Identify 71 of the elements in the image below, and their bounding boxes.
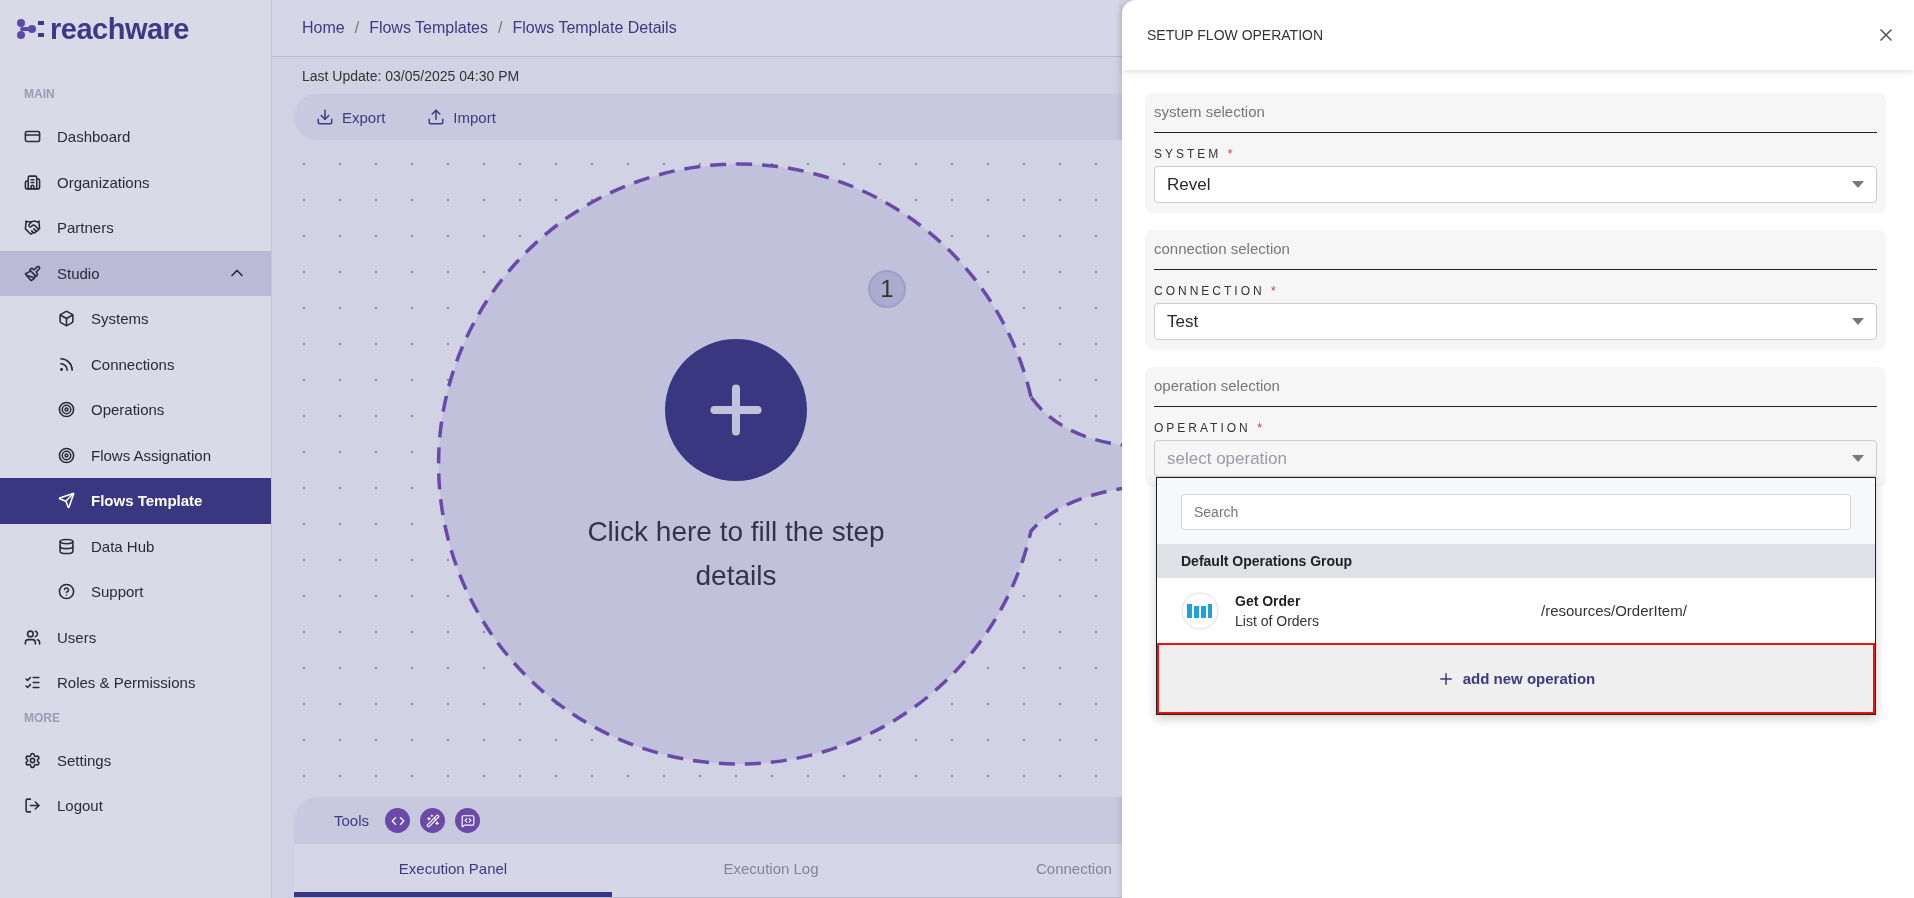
logo-icon xyxy=(1181,591,1219,630)
menu-icon xyxy=(58,401,75,419)
menu-icon xyxy=(58,355,75,373)
search-field[interactable]: Search xyxy=(1181,494,1851,530)
last-update-text: Last Update: 03/05/2025 04:30 PM xyxy=(301,66,521,86)
menu-icon xyxy=(58,537,75,555)
tool-button[interactable] xyxy=(455,808,481,833)
tool-button[interactable] xyxy=(385,808,411,833)
tool-icon xyxy=(460,813,475,828)
section-heading: MORE xyxy=(23,709,61,727)
breadcrumb-separator: / xyxy=(354,19,360,37)
tool-icon xyxy=(425,813,440,828)
sidebar-item[interactable]: Partners xyxy=(0,205,271,251)
sidebar-item[interactable]: Logout xyxy=(0,783,271,829)
operation-subtitle: List of Orders xyxy=(1235,612,1321,629)
breadcrumb-link[interactable]: Flows Template Details xyxy=(512,19,677,37)
menu-icon xyxy=(24,219,41,237)
field-label: OPERATION * xyxy=(1154,421,1266,435)
operation-path: /resources/OrderItem/ xyxy=(1541,602,1687,619)
step-hint-text: Click here to fill the step details xyxy=(586,515,886,593)
menu-icon xyxy=(24,797,41,815)
export-button[interactable]: Export xyxy=(312,104,390,130)
panel-title: SETUP FLOW OPERATION xyxy=(1147,27,1324,43)
sidebar-item[interactable]: Systems xyxy=(0,296,271,342)
caret-icon xyxy=(1852,318,1864,325)
card-heading: system selection xyxy=(1154,103,1877,133)
menu-icon xyxy=(58,310,75,328)
sidebar-item[interactable]: Data Hub xyxy=(0,523,271,569)
card-heading: operation selection xyxy=(1154,377,1877,407)
caret-icon xyxy=(1852,181,1864,188)
menu-icon xyxy=(58,446,75,464)
sidebar-item[interactable]: Studio xyxy=(0,250,271,296)
panel-tab[interactable]: Execution Panel xyxy=(294,844,612,897)
section-heading: MAIN xyxy=(23,86,56,103)
group-header: Default Operations Group xyxy=(1157,544,1875,578)
operation-title: Get Order xyxy=(1235,592,1302,609)
sidebar-item[interactable]: Support xyxy=(0,569,271,615)
tool-button[interactable] xyxy=(420,808,446,833)
caret-icon xyxy=(1852,455,1864,462)
sidebar-item[interactable]: Flows Assignation xyxy=(0,432,271,478)
sidebar-item[interactable]: Settings xyxy=(0,737,271,783)
breadcrumb-link[interactable]: Flows Templates xyxy=(369,19,488,37)
menu-icon xyxy=(58,492,75,510)
menu-icon xyxy=(24,628,41,646)
menu-icon xyxy=(24,173,41,191)
field-label: SYSTEM * xyxy=(1154,147,1237,161)
menu-icon xyxy=(58,583,75,601)
sidebar-item[interactable]: Operations xyxy=(0,387,271,433)
step-node[interactable] xyxy=(437,162,1122,766)
operation-option[interactable]: Get Order List of Orders /resources/OrderItem/ xyxy=(1157,578,1875,643)
breadcrumb-separator: / xyxy=(498,19,503,37)
add-operation-button[interactable]: add new operation xyxy=(1157,643,1875,714)
download-icon xyxy=(316,108,334,126)
field-label: CONNECTION * xyxy=(1154,284,1280,298)
select-field[interactable]: Test xyxy=(1154,303,1877,340)
menu-icon xyxy=(24,264,41,282)
breadcrumb-link[interactable]: Home xyxy=(302,19,345,37)
card-heading: connection selection xyxy=(1154,240,1877,270)
import-button[interactable]: Import xyxy=(423,104,500,130)
menu-icon xyxy=(24,751,41,769)
select-field[interactable]: Revel xyxy=(1154,166,1877,203)
sidebar-item[interactable]: Roles & Permissions xyxy=(0,660,271,706)
sidebar-item[interactable]: Users xyxy=(0,614,271,660)
upload-icon xyxy=(427,108,446,126)
sidebar-item[interactable]: Dashboard xyxy=(0,114,271,160)
tools-label: Tools xyxy=(334,812,370,829)
sidebar-item[interactable]: Flows Template xyxy=(0,478,271,524)
logo-text: reachware xyxy=(50,12,189,46)
sidebar-item[interactable]: Organizations xyxy=(0,159,271,205)
logo-icon xyxy=(16,18,46,40)
sidebar-item[interactable]: Connections xyxy=(0,341,271,387)
